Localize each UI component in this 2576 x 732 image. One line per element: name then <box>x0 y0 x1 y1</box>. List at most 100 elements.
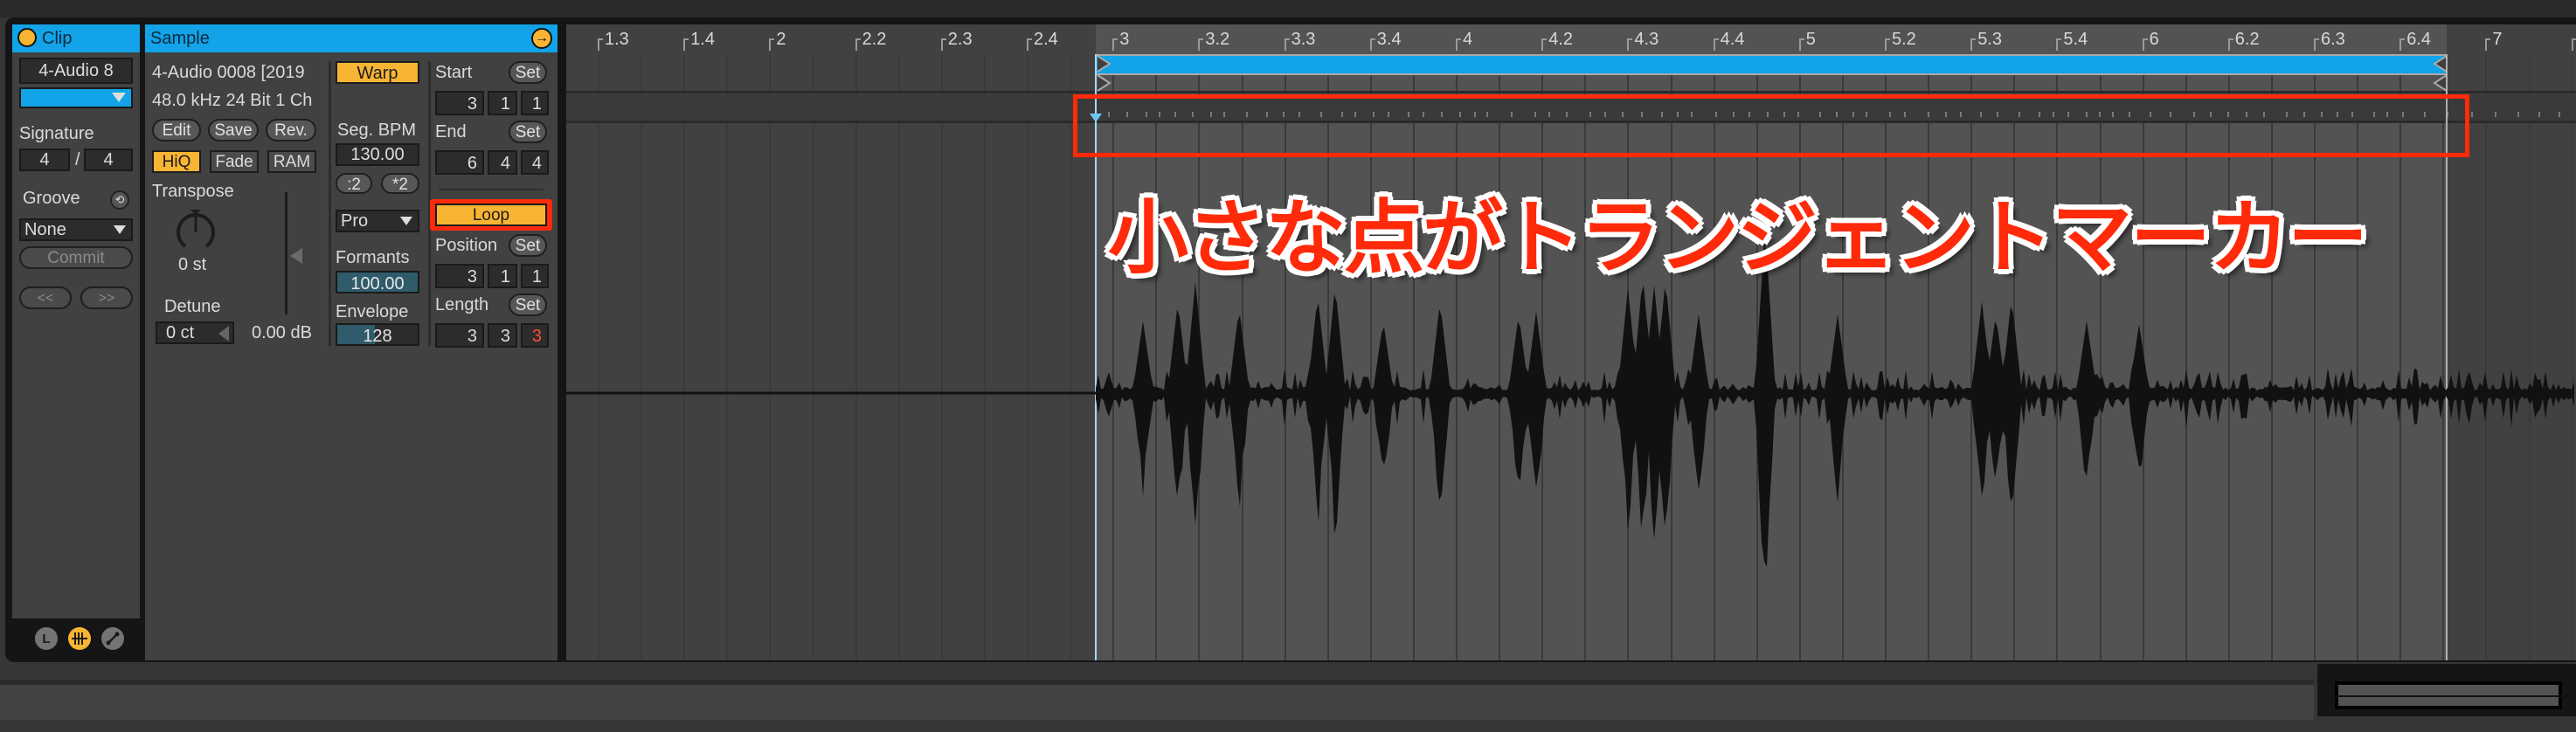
signature-denominator[interactable]: 4 <box>84 148 133 171</box>
formants-label: Formants <box>336 248 410 267</box>
top-strip <box>0 0 2576 17</box>
arrow-right-icon[interactable]: → <box>531 28 552 49</box>
sample-format: 48.0 kHz 24 Bit 1 Ch <box>152 91 313 110</box>
warp-toggle[interactable]: Warp <box>336 61 419 84</box>
ruler-label: 4 <box>1463 30 1473 49</box>
ruler-label: 2 <box>776 30 786 49</box>
ram-toggle[interactable]: RAM <box>267 150 316 173</box>
detune-field[interactable]: 0 ct <box>156 321 234 344</box>
ruler-tick <box>2314 38 2319 51</box>
ruler-tick <box>1027 38 1032 51</box>
position-label: Position <box>435 236 498 255</box>
ruler-label: 5 <box>1805 30 1816 49</box>
envelope-field[interactable]: 128 <box>336 323 419 346</box>
hiq-toggle[interactable]: HiQ <box>152 150 201 173</box>
end-set-button[interactable]: Set <box>509 121 547 143</box>
overview-wave <box>2321 695 2576 697</box>
ruler-tick <box>769 38 775 51</box>
halve-tempo-button[interactable]: :2 <box>336 173 372 194</box>
divider <box>439 189 544 190</box>
start-bar[interactable]: 3 <box>435 91 484 115</box>
clip-activator-button[interactable] <box>17 28 37 48</box>
loop-toggle[interactable]: Loop <box>435 204 547 226</box>
sample-panel: Sample → 4-Audio 0008 [2019 48.0 kHz 24 … <box>145 24 557 660</box>
detune-value: 0 ct <box>166 323 195 342</box>
divider <box>329 61 331 346</box>
fade-toggle[interactable]: Fade <box>210 150 259 173</box>
end-beat[interactable]: 4 <box>488 150 517 175</box>
sample-filename: 4-Audio 0008 [2019 <box>152 63 305 82</box>
envelopes-view-icon[interactable] <box>101 627 124 650</box>
beat-time-ruler[interactable]: 1.3 1.4 2 2.2 2.3 2.4 3 3.2 3.3 3.4 4 4.2 4.3 4.4 5 5.2… <box>566 24 2576 54</box>
ruler-label: 5.2 <box>1892 30 1916 49</box>
ruler-label: 1.3 <box>605 30 629 49</box>
ruler-tick <box>1198 38 1204 51</box>
double-tempo-button[interactable]: *2 <box>381 173 419 194</box>
waveform-overview[interactable] <box>2317 664 2576 716</box>
ruler-tick <box>1284 38 1290 51</box>
gain-slider-track[interactable] <box>285 192 287 314</box>
loop-brace[interactable] <box>1096 54 2447 75</box>
ruler-label: 1.4 <box>690 30 715 49</box>
seg-bpm-field[interactable]: 130.00 <box>336 143 419 166</box>
signature-numerator[interactable]: 4 <box>19 148 70 171</box>
chevron-down-icon <box>114 225 126 234</box>
launch-toggle-icon[interactable]: L <box>35 627 58 650</box>
ruler-label: 5.3 <box>1977 30 2002 49</box>
ruler-label: 3 <box>1119 30 1130 49</box>
ruler-tick <box>2142 38 2148 51</box>
start-sixteenth[interactable]: 1 <box>521 91 549 115</box>
end-label: End <box>435 122 467 142</box>
ruler-tick <box>1885 38 1890 51</box>
transpose-knob[interactable] <box>173 208 218 253</box>
transient-marker[interactable] <box>2559 112 2560 117</box>
triangle-left-icon <box>218 326 229 342</box>
detune-label: Detune <box>164 297 221 316</box>
ruler-tick <box>1541 38 1548 51</box>
nudge-back-button[interactable]: << <box>19 287 72 309</box>
warp-mode-dropdown[interactable]: Pro <box>336 210 419 232</box>
ruler-label: 2.2 <box>862 30 887 49</box>
ruler-label: 5.4 <box>2063 30 2088 49</box>
start-beat[interactable]: 1 <box>488 91 517 115</box>
ruler-tick <box>2399 38 2406 51</box>
position-set-button[interactable]: Set <box>509 234 547 257</box>
ruler-tick <box>1798 38 1804 51</box>
reverse-button[interactable]: Rev. <box>266 119 316 142</box>
ruler-tick <box>2056 38 2062 51</box>
transpose-value: 0 st <box>178 255 207 274</box>
clip-name-field[interactable]: 4-Audio 8 <box>19 58 133 84</box>
ruler-label: 7 <box>2492 30 2503 49</box>
transient-marker[interactable] <box>2538 112 2541 117</box>
groove-dropdown[interactable]: None <box>19 218 133 241</box>
length-set-button[interactable]: Set <box>509 293 547 316</box>
length-bar[interactable]: 3 <box>435 323 484 348</box>
start-set-button[interactable]: Set <box>509 61 547 84</box>
gain-slider-handle[interactable] <box>290 248 302 264</box>
length-beat[interactable]: 3 <box>488 323 517 348</box>
end-bar[interactable]: 6 <box>435 150 484 175</box>
loop-start-marker[interactable] <box>1097 54 1115 97</box>
sample-header: Sample → <box>145 24 557 52</box>
sample-view-icon[interactable] <box>68 627 91 650</box>
save-button[interactable]: Save <box>208 119 259 142</box>
horizontal-scrollbar[interactable] <box>0 680 2314 725</box>
position-sixteenth[interactable]: 1 <box>521 264 549 288</box>
groove-hot-swap-icon[interactable]: ⟲ <box>110 190 129 210</box>
nudge-forward-button[interactable]: >> <box>80 287 133 309</box>
end-sixteenth[interactable]: 4 <box>521 150 549 175</box>
position-beat[interactable]: 1 <box>488 264 517 288</box>
ruler-tick <box>1369 38 1375 51</box>
transient-marker[interactable] <box>2494 112 2496 117</box>
transient-marker[interactable] <box>2517 112 2519 117</box>
warp-mode-value: Pro <box>341 211 369 231</box>
transient-marker[interactable] <box>2470 112 2473 117</box>
edit-button[interactable]: Edit <box>152 119 201 142</box>
commit-button[interactable]: Commit <box>19 246 133 269</box>
formants-field[interactable]: 100.00 <box>336 271 419 293</box>
length-sixteenth[interactable]: 3 <box>521 323 549 348</box>
ruler-tick <box>1456 38 1461 51</box>
groove-value: None <box>24 220 66 239</box>
position-bar[interactable]: 3 <box>435 264 484 288</box>
clip-color-dropdown[interactable] <box>19 87 133 108</box>
